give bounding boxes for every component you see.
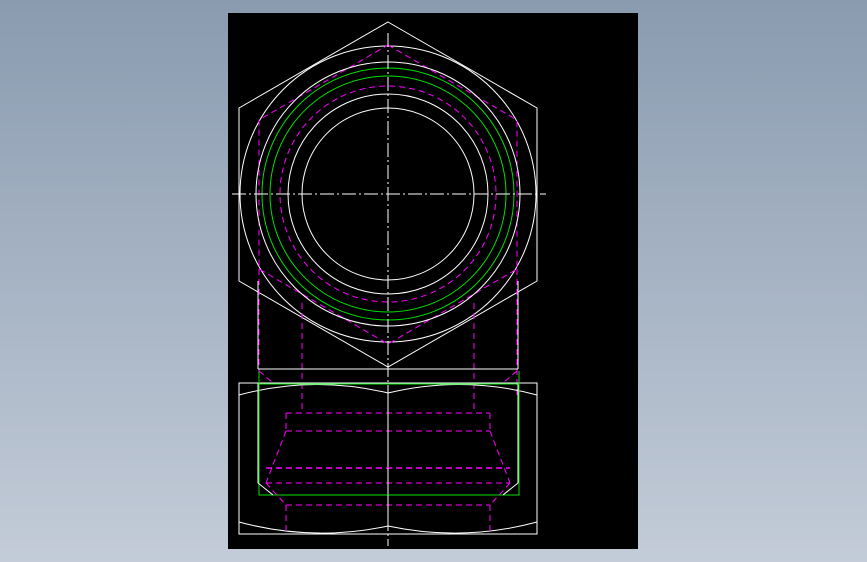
- chamfer-arc-top-right: [387, 383, 538, 396]
- white-corner-right: [502, 482, 519, 496]
- chamfer-arc-top-left: [238, 383, 389, 396]
- hidden-chamfer-left: [265, 430, 287, 484]
- drawing-viewport[interactable]: [228, 13, 638, 549]
- thread-major-rect: [258, 383, 520, 496]
- top-view: [232, 21, 546, 368]
- cad-window: { "colors": { "background_top": "#8a9bb0…: [0, 0, 867, 562]
- hex-nut-drawing: [232, 21, 546, 546]
- white-corner-left: [257, 482, 274, 496]
- chamfer-arc-bottom-left: [238, 521, 389, 534]
- chamfer-arc-bottom-right: [387, 521, 538, 534]
- hidden-chamfer-lower-right: [489, 482, 511, 506]
- hidden-chamfer-right: [489, 430, 511, 484]
- hidden-chamfer-lower-left: [265, 482, 287, 506]
- hidden-corner-left: [258, 370, 274, 384]
- hidden-corner-right: [502, 370, 518, 384]
